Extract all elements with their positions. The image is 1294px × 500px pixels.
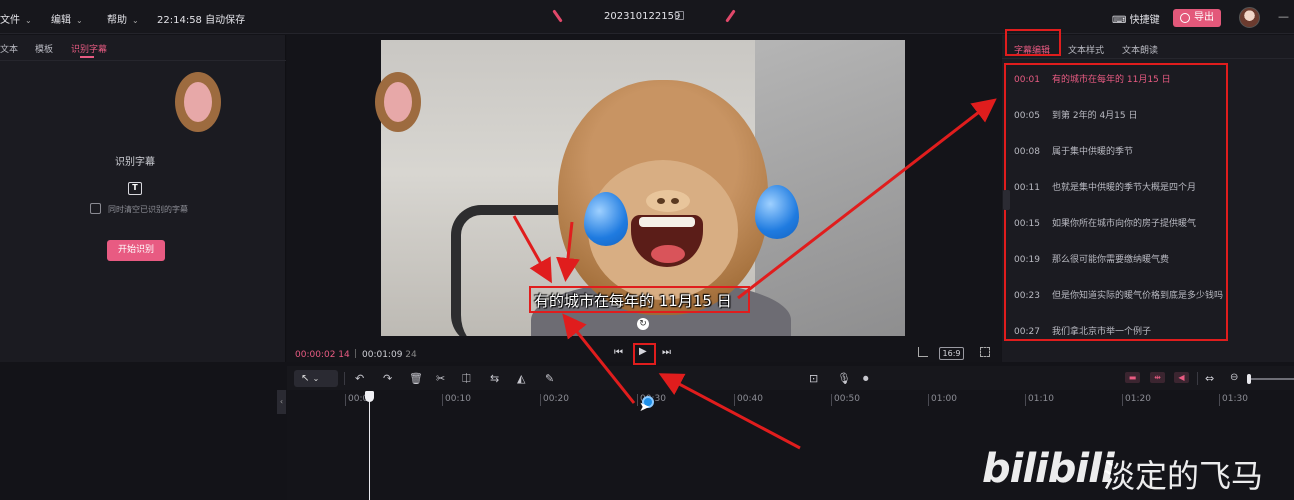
annotation-arrow: [737, 98, 997, 300]
annotation-arrow: [562, 313, 636, 404]
annotation-arrow: [512, 215, 552, 284]
watermark-author: 淡定的飞马: [1103, 457, 1264, 495]
bilibili-logo: bilibili: [982, 446, 1115, 492]
annotation-arrow: [658, 373, 801, 450]
annotation-arrow: [556, 221, 580, 282]
annotation-arrows: [512, 98, 997, 450]
